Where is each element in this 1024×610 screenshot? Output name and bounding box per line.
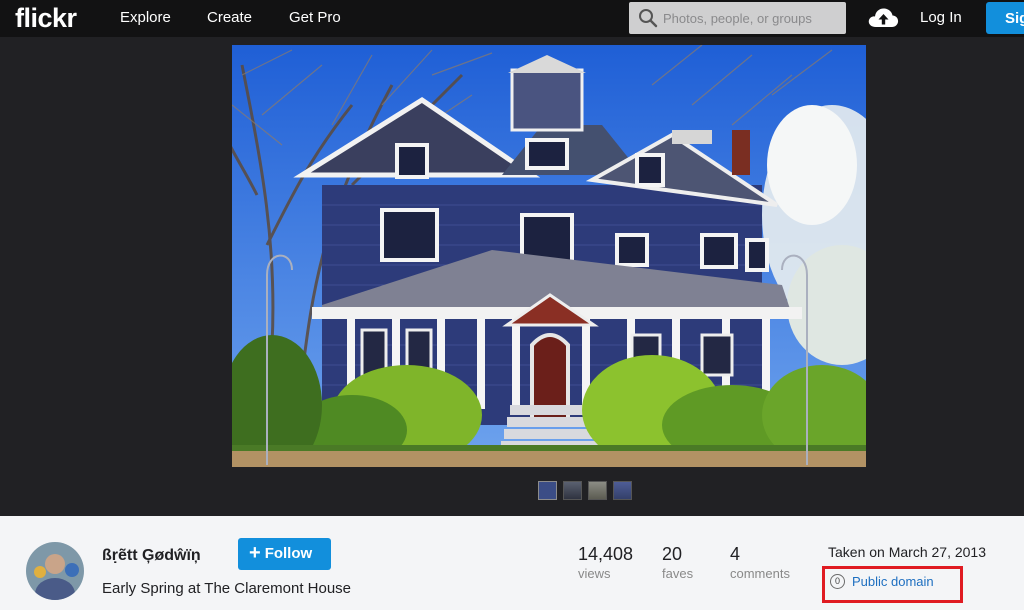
photo-stage bbox=[0, 37, 1024, 516]
thumbnail-house-2[interactable] bbox=[563, 481, 582, 500]
stat-label: faves bbox=[662, 566, 694, 581]
license-label: Public domain bbox=[852, 574, 934, 589]
avatar[interactable] bbox=[26, 542, 84, 600]
stat-value: 20 bbox=[662, 544, 683, 564]
search-icon[interactable] bbox=[638, 8, 658, 28]
login-link[interactable]: Log In bbox=[920, 9, 962, 26]
cloud-upload-icon[interactable] bbox=[868, 6, 899, 28]
search-box bbox=[629, 2, 846, 34]
stat-value: 14,408 bbox=[578, 544, 634, 564]
follow-button[interactable]: + Follow bbox=[238, 538, 331, 570]
nav-get-pro[interactable]: Get Pro bbox=[289, 9, 341, 26]
date-taken: Taken on March 27, 2013 bbox=[828, 544, 986, 560]
photo-info-bar: ßṛẽtt Ģødŵïņ + Follow Early Spring at The… bbox=[0, 516, 1024, 610]
main-photo[interactable] bbox=[232, 45, 866, 467]
stat-faves: 20 faves bbox=[662, 544, 693, 581]
thumbnail-house-3[interactable] bbox=[588, 481, 607, 500]
nav-explore[interactable]: Explore bbox=[120, 9, 171, 26]
photo-title: Early Spring at The Claremont House bbox=[102, 580, 352, 597]
photo-owner-name[interactable]: ßṛẽtt Ģødŵïņ bbox=[102, 547, 201, 565]
plus-icon: + bbox=[249, 542, 261, 564]
top-navigation-bar: flickr Explore Create Get Pro Log In Sig bbox=[0, 0, 1024, 37]
thumbnail-house-1[interactable] bbox=[538, 481, 557, 500]
signup-button[interactable]: Sig bbox=[986, 2, 1024, 34]
stat-comments: 4 comments bbox=[730, 544, 790, 581]
follow-label: Follow bbox=[264, 545, 313, 562]
stat-views: 14,408 views bbox=[578, 544, 633, 581]
search-input[interactable] bbox=[663, 2, 843, 34]
stat-label: views bbox=[578, 566, 611, 581]
thumbnail-house-4[interactable] bbox=[613, 481, 632, 500]
license-link[interactable]: 0 Public domain bbox=[830, 574, 934, 590]
nav-create[interactable]: Create bbox=[207, 9, 252, 26]
stat-value: 4 bbox=[730, 544, 741, 564]
flickr-logo[interactable]: flickr bbox=[15, 3, 77, 34]
public-domain-icon: 0 bbox=[830, 574, 845, 590]
stat-label: comments bbox=[730, 566, 790, 581]
